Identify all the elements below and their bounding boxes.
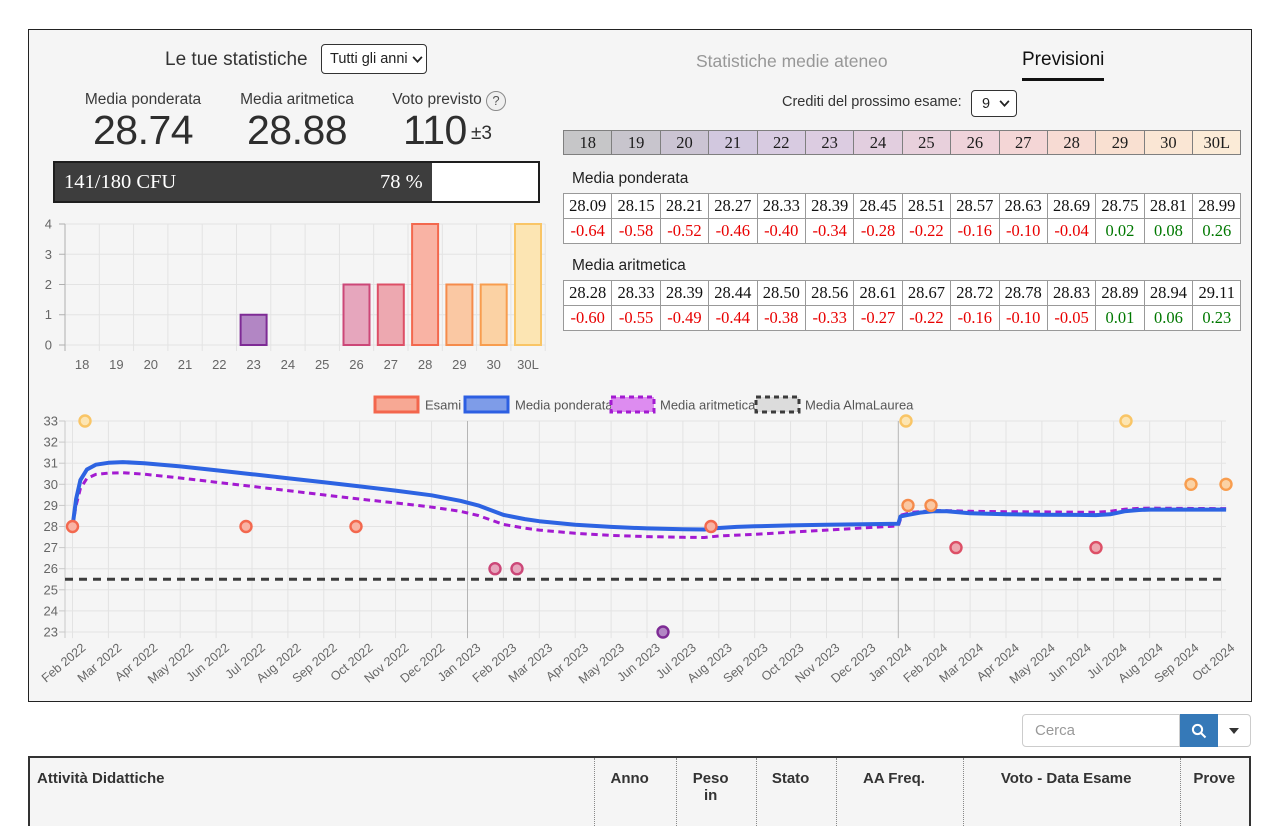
svg-text:28: 28: [44, 519, 58, 534]
svg-text:1: 1: [45, 307, 52, 322]
svg-text:2: 2: [45, 277, 52, 292]
svg-text:4: 4: [45, 217, 52, 232]
svg-text:18: 18: [75, 357, 89, 372]
svg-text:29: 29: [44, 498, 58, 513]
svg-text:24: 24: [44, 603, 58, 618]
svg-text:Media ponderata: Media ponderata: [515, 398, 613, 413]
svg-text:27: 27: [384, 357, 398, 372]
svg-text:29: 29: [452, 357, 466, 372]
svg-text:27: 27: [44, 540, 58, 555]
svg-text:19: 19: [109, 357, 123, 372]
svg-text:23: 23: [246, 357, 260, 372]
svg-text:30: 30: [44, 477, 58, 492]
svg-text:0: 0: [45, 338, 52, 353]
svg-text:22: 22: [212, 357, 226, 372]
svg-text:23: 23: [44, 625, 58, 640]
svg-text:20: 20: [144, 357, 158, 372]
svg-text:24: 24: [281, 357, 295, 372]
svg-text:Media AlmaLaurea: Media AlmaLaurea: [805, 398, 914, 413]
svg-text:Media aritmetica: Media aritmetica: [660, 398, 756, 413]
svg-text:33: 33: [44, 414, 58, 429]
svg-text:31: 31: [44, 456, 58, 471]
svg-text:26: 26: [349, 357, 363, 372]
svg-text:21: 21: [178, 357, 192, 372]
svg-text:32: 32: [44, 435, 58, 450]
svg-text:25: 25: [44, 582, 58, 597]
svg-text:Esami: Esami: [425, 398, 461, 413]
svg-text:25: 25: [315, 357, 329, 372]
svg-text:28: 28: [418, 357, 432, 372]
svg-text:30L: 30L: [517, 357, 539, 372]
svg-text:26: 26: [44, 561, 58, 576]
svg-text:30: 30: [486, 357, 500, 372]
svg-text:3: 3: [45, 247, 52, 262]
